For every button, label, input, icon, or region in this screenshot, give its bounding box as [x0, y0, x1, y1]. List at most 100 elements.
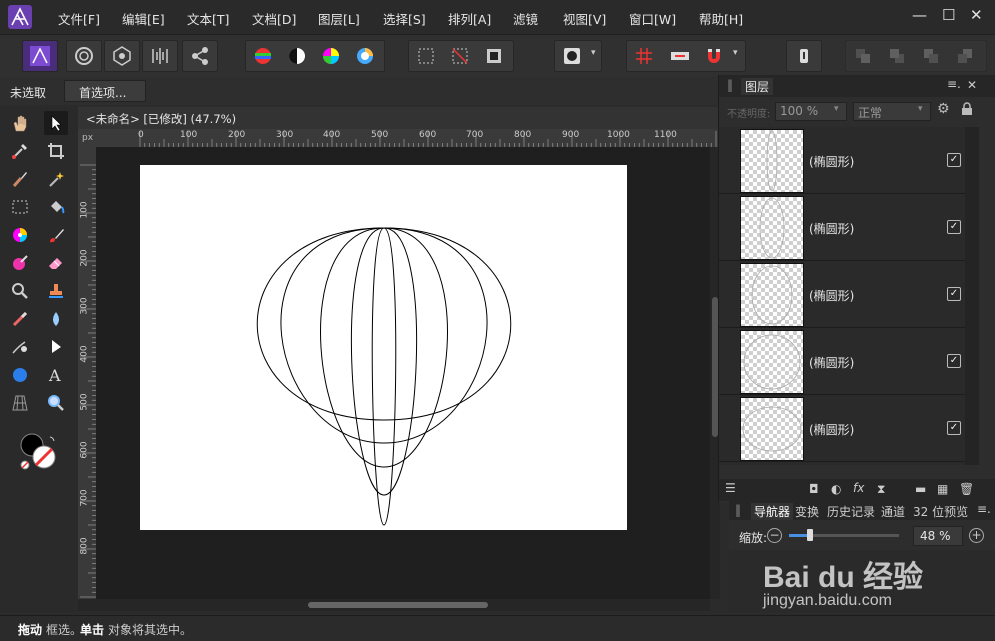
menu-view[interactable]: 视图[V]	[563, 9, 606, 28]
move-to-back-icon[interactable]	[916, 41, 946, 71]
trash-icon[interactable]: 🗑	[959, 482, 974, 496]
node-tool-icon[interactable]	[44, 335, 68, 359]
move-back-icon[interactable]	[848, 41, 878, 71]
move-forward-icon[interactable]	[882, 41, 912, 71]
gear-icon[interactable]: ⚙	[937, 101, 950, 117]
layer-visibility-checkbox[interactable]: ✓	[947, 220, 961, 234]
healing-brush-icon[interactable]	[8, 307, 32, 331]
blur-brush-icon[interactable]	[44, 307, 68, 331]
menu-layer[interactable]: 图层[L]	[318, 9, 360, 28]
snapping-dropdown-icon[interactable]: ▾	[733, 48, 738, 58]
maximize-button[interactable]: ☐	[942, 6, 955, 24]
color-picker-icon[interactable]	[8, 139, 32, 163]
clone-stamp-icon[interactable]	[44, 279, 68, 303]
zoom-in-icon[interactable]: +	[969, 528, 984, 543]
zoom-tool-icon[interactable]	[8, 279, 32, 303]
adjustment-layer-icon[interactable]: ◐	[831, 482, 841, 496]
menu-select[interactable]: 选择[S]	[383, 9, 426, 28]
levels-icon[interactable]	[248, 41, 278, 71]
view-mode-button[interactable]	[786, 40, 822, 72]
rect-select-icon[interactable]	[411, 41, 441, 71]
invert-selection-icon[interactable]	[479, 41, 509, 71]
menu-file[interactable]: 文件[F]	[58, 9, 100, 28]
opacity-dropdown-icon[interactable]: ▾	[834, 104, 839, 114]
document-tab[interactable]: <未命名> [已修改] (47.7%)	[78, 107, 718, 129]
hsl-icon[interactable]	[316, 41, 346, 71]
flood-select-icon[interactable]	[44, 167, 68, 191]
move-to-front-icon[interactable]	[950, 41, 980, 71]
blend-dropdown-icon[interactable]: ▾	[918, 104, 923, 114]
menu-edit[interactable]: 编辑[E]	[122, 9, 165, 28]
panel-close-icon[interactable]: ✕	[967, 78, 977, 92]
layer-visibility-checkbox[interactable]: ✓	[947, 421, 961, 435]
layers-tab[interactable]: 图层	[741, 78, 774, 95]
layer-row[interactable]: (椭圆形) ✓	[719, 194, 965, 261]
ellipse-shape-1[interactable]	[256, 227, 512, 421]
color-replacement-icon[interactable]	[8, 223, 32, 247]
horizontal-scrollbar[interactable]	[78, 599, 710, 611]
menu-filters[interactable]: 滤镜	[513, 9, 538, 28]
tab-navigator[interactable]: 导航器	[751, 503, 794, 520]
layer-row[interactable]: (椭圆形) ✓	[719, 395, 965, 462]
zoom-slider[interactable]	[789, 529, 899, 541]
assistant-icon[interactable]	[665, 41, 695, 71]
layer-row[interactable]: (椭圆形) ✓	[719, 328, 965, 395]
ellipse-shape-4[interactable]	[350, 227, 418, 496]
layer-row[interactable]: (椭圆形) ✓	[719, 261, 965, 328]
ellipse-shape-5[interactable]	[371, 227, 397, 526]
drawing-shapes[interactable]	[140, 165, 627, 530]
move-tool-arrow-icon[interactable]	[44, 111, 68, 135]
tone-mapping-persona-button[interactable]	[142, 40, 178, 72]
flood-fill-icon[interactable]	[44, 195, 68, 219]
zoom-lens-icon[interactable]	[44, 391, 68, 415]
paint-brush-icon[interactable]	[44, 223, 68, 247]
zoom-field[interactable]: 48 %	[913, 526, 963, 546]
shape-tool-icon[interactable]	[8, 363, 32, 387]
panel-menu-icon[interactable]: ≡.	[947, 77, 961, 91]
tab-32bit-preview[interactable]: 32 位预览	[913, 503, 968, 520]
menu-help[interactable]: 帮助[H]	[699, 9, 743, 28]
erase-brush-icon[interactable]	[44, 251, 68, 275]
deselect-icon[interactable]	[445, 41, 475, 71]
dodge-brush-icon[interactable]	[8, 251, 32, 275]
menu-arrange[interactable]: 排列[A]	[448, 9, 491, 28]
liquify-persona-button[interactable]	[66, 40, 102, 72]
dropdown-arrow-icon[interactable]: ▾	[591, 48, 596, 58]
marquee-tool-icon[interactable]	[8, 195, 32, 219]
crop-tool-icon[interactable]	[44, 139, 68, 163]
quick-mask-button[interactable]: ▾	[554, 40, 602, 72]
tab-history[interactable]: 历史记录	[827, 503, 875, 520]
selection-brush-icon[interactable]	[8, 167, 32, 191]
tab-transform[interactable]: 变换	[795, 503, 819, 520]
layer-studio-icon[interactable]: ☰	[725, 481, 736, 495]
white-balance-icon[interactable]	[350, 41, 380, 71]
layer-visibility-checkbox[interactable]: ✓	[947, 287, 961, 301]
add-pixel-layer-icon[interactable]: ▦	[937, 482, 948, 496]
menu-text[interactable]: 文本[T]	[187, 9, 229, 28]
mesh-warp-icon[interactable]	[8, 391, 32, 415]
tab-channels[interactable]: 通道	[881, 503, 905, 520]
document-page[interactable]	[140, 165, 627, 530]
panel-menu-icon[interactable]: ≡.	[977, 502, 991, 516]
app-logo-icon[interactable]	[8, 5, 32, 29]
blend-mode-select[interactable]: 正常 ▾	[853, 102, 931, 121]
photo-persona-button[interactable]	[22, 40, 58, 72]
menu-document[interactable]: 文档[D]	[252, 9, 296, 28]
black-white-icon[interactable]	[282, 41, 312, 71]
opacity-field[interactable]: 100 % ▾	[775, 102, 847, 121]
mask-layer-icon[interactable]: ◘	[809, 482, 819, 496]
layer-visibility-checkbox[interactable]: ✓	[947, 354, 961, 368]
preferences-button[interactable]: 首选项...	[64, 80, 146, 102]
grid-icon[interactable]	[629, 41, 659, 71]
develop-persona-button[interactable]	[104, 40, 140, 72]
hourglass-icon[interactable]: ⧗	[877, 482, 885, 497]
color-swatches[interactable]	[16, 429, 60, 473]
snapping-magnet-icon[interactable]	[699, 41, 729, 71]
live-filter-icon[interactable]: fx	[853, 481, 864, 495]
layer-visibility-checkbox[interactable]: ✓	[947, 153, 961, 167]
canvas-area[interactable]	[96, 147, 710, 599]
lock-icon[interactable]	[961, 102, 972, 115]
close-button[interactable]: ✕	[970, 6, 983, 24]
horizontal-scroll-thumb[interactable]	[308, 602, 488, 608]
view-tool-hand-icon[interactable]	[8, 111, 32, 135]
